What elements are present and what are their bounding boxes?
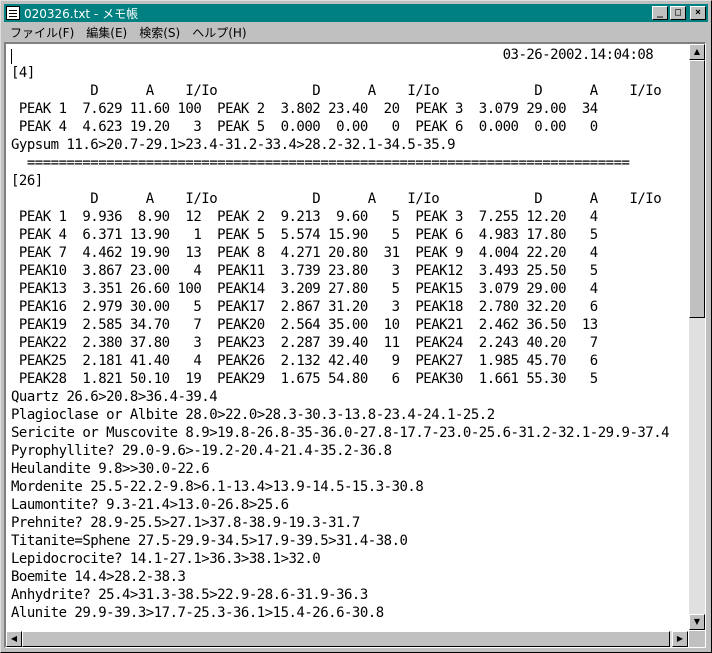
text-editor[interactable]: 03-26-2002.14:04:08 [4] D A I/Io D A I/I…	[4, 42, 706, 648]
text-line: Titanite=Sphene 27.5-29.9-34.5>17.9-39.5…	[11, 533, 408, 549]
scrollbar-corner	[689, 631, 705, 647]
text-content[interactable]: 03-26-2002.14:04:08 [4] D A I/Io D A I/I…	[8, 46, 688, 630]
text-line: PEAK 1 7.629 11.60 100 PEAK 2 3.802 23.4…	[11, 101, 598, 117]
text-line: [4]	[11, 65, 35, 81]
text-line: PEAK13 3.351 26.60 100 PEAK14 3.209 27.8…	[11, 281, 598, 297]
scroll-left-arrow-icon[interactable]: ◀	[6, 631, 22, 647]
text-line: PEAK16 2.979 30.00 5 PEAK17 2.867 31.20 …	[11, 299, 598, 315]
text-line: PEAK25 2.181 41.40 4 PEAK26 2.132 42.40 …	[11, 353, 598, 369]
text-line: PEAK10 3.867 23.00 4 PEAK11 3.739 23.80 …	[11, 263, 598, 279]
menu-file[interactable]: ファイル(F)	[4, 24, 80, 41]
text-line: D A I/Io D A I/Io D A I/Io	[11, 83, 662, 99]
scroll-right-arrow-icon[interactable]: ▶	[672, 631, 688, 647]
vertical-scrollbar[interactable]: ▲ ▼	[689, 44, 705, 630]
text-line: PEAK 4 6.371 13.90 1 PEAK 5 5.574 15.90 …	[11, 227, 598, 243]
text-line: Gypsum 11.6>20.7-29.1>23.4-31.2-33.4>28.…	[11, 137, 456, 153]
text-line: Plagioclase or Albite 28.0>22.0>28.3-30.…	[11, 407, 495, 423]
text-caret	[11, 49, 12, 64]
text-line: [26]	[11, 173, 43, 189]
notepad-window: 020326.txt - メモ帳 _ □ × ファイル(F) 編集(E) 検索(…	[0, 0, 712, 653]
text-line: 03-26-2002.14:04:08	[11, 47, 654, 63]
notepad-icon[interactable]	[6, 6, 20, 20]
text-line: Anhydrite? 25.4>31.3-38.5>22.9-28.6-31.9…	[11, 587, 368, 603]
scroll-down-arrow-icon[interactable]: ▼	[689, 614, 705, 630]
horizontal-scroll-thumb[interactable]	[22, 631, 670, 647]
menu-search[interactable]: 検索(S)	[133, 24, 186, 41]
text-line: Quartz 26.6>20.8>36.4-39.4	[11, 389, 218, 405]
text-line: Prehnite? 28.9-25.5>27.1>37.8-38.9-19.3-…	[11, 515, 360, 531]
menu-bar: ファイル(F) 編集(E) 検索(S) ヘルプ(H)	[4, 23, 708, 41]
text-line: Boemite 14.4>28.2-38.3	[11, 569, 186, 585]
minimize-button[interactable]: _	[652, 6, 668, 20]
text-line: PEAK 7 4.462 19.90 13 PEAK 8 4.271 20.80…	[11, 245, 598, 261]
text-line: Sericite or Muscovite 8.9>19.8-26.8-35-3…	[11, 425, 670, 441]
text-line: PEAK19 2.585 34.70 7 PEAK20 2.564 35.00 …	[11, 317, 598, 333]
close-button[interactable]: ×	[690, 6, 706, 20]
text-line: Laumontite? 9.3-21.4>13.0-26.8>25.6	[11, 497, 289, 513]
text-line: PEAK 1 9.936 8.90 12 PEAK 2 9.213 9.60 5…	[11, 209, 598, 225]
text-line: Alunite 29.9-39.3>17.7-25.3-36.1>15.4-26…	[11, 605, 384, 621]
text-line: Heulandite 9.8>>30.0-22.6	[11, 461, 210, 477]
menu-help[interactable]: ヘルプ(H)	[186, 24, 252, 41]
window-title: 020326.txt - メモ帳	[24, 6, 139, 21]
text-line: D A I/Io D A I/Io D A I/Io	[11, 191, 662, 207]
horizontal-scrollbar[interactable]: ◀ ▶	[6, 631, 688, 647]
text-line: Mordenite 25.5-22.2-9.8>6.1-13.4>13.9-14…	[11, 479, 424, 495]
title-bar[interactable]: 020326.txt - メモ帳 _ □ ×	[4, 4, 708, 22]
text-line: PEAK 4 4.623 19.20 3 PEAK 5 0.000 0.00 0…	[11, 119, 598, 135]
text-line: Lepidocrocite? 14.1-27.1>36.3>38.1>32.0	[11, 551, 321, 567]
text-line: ========================================…	[11, 155, 630, 171]
menu-edit[interactable]: 編集(E)	[80, 24, 133, 41]
vertical-scroll-thumb[interactable]	[689, 60, 705, 318]
maximize-button[interactable]: □	[670, 6, 686, 20]
text-line: PEAK28 1.821 50.10 19 PEAK29 1.675 54.80…	[11, 371, 598, 387]
scroll-up-arrow-icon[interactable]: ▲	[689, 44, 705, 60]
text-line: PEAK22 2.380 37.80 3 PEAK23 2.287 39.40 …	[11, 335, 598, 351]
text-line: Pyrophyllite? 29.0-9.6>-19.2-20.4-21.4-3…	[11, 443, 392, 459]
